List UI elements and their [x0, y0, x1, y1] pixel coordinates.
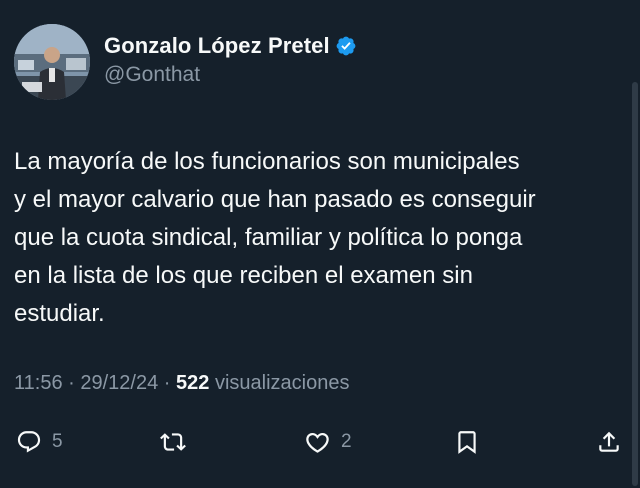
tweet-time[interactable]: 11:56 [14, 372, 63, 394]
meta-separator: · [163, 372, 171, 394]
views-count[interactable]: 522 [176, 372, 209, 394]
reply-button[interactable]: 5 [16, 422, 63, 462]
avatar[interactable] [14, 24, 90, 100]
meta-separator: · [68, 372, 75, 394]
tweet-text-line: que la cuota sindical, familiar y políti… [14, 224, 523, 251]
views-label: visualizaciones [214, 372, 350, 394]
tweet-text-line: estudiar. [14, 300, 105, 327]
share-button[interactable] [596, 422, 622, 462]
tweet-date[interactable]: 29/12/24 [80, 372, 158, 394]
retweet-button[interactable] [160, 422, 186, 462]
reply-count: 5 [52, 431, 63, 452]
user-handle[interactable]: @Gonthat [104, 63, 357, 87]
tweet-text: La mayoría de los funcionarios son munic… [14, 143, 626, 333]
heart-icon [306, 432, 329, 453]
tweet-meta: 11:56 · 29/12/24 · 522 visualizaciones [14, 372, 349, 395]
bookmark-button[interactable] [454, 422, 480, 462]
action-bar: 5 2 [0, 422, 640, 462]
author-info: Gonzalo López Pretel @Gonthat [104, 32, 357, 87]
like-count: 2 [341, 431, 352, 452]
retweet-icon [160, 433, 186, 451]
share-icon [599, 431, 619, 452]
tweet-card: Gonzalo López Pretel @Gonthat La mayoría… [0, 0, 640, 488]
like-button[interactable]: 2 [304, 422, 352, 462]
verified-badge-icon [335, 35, 357, 57]
bookmark-icon [458, 431, 476, 454]
tweet-text-line: en la lista de los que reciben el examen… [14, 262, 473, 289]
display-name[interactable]: Gonzalo López Pretel [104, 33, 330, 59]
reply-icon [17, 431, 41, 453]
name-row: Gonzalo López Pretel [104, 32, 357, 60]
tweet-text-line: y el mayor calvario que han pasado es co… [14, 186, 536, 213]
tweet-text-line: La mayoría de los funcionarios son munic… [14, 148, 520, 175]
